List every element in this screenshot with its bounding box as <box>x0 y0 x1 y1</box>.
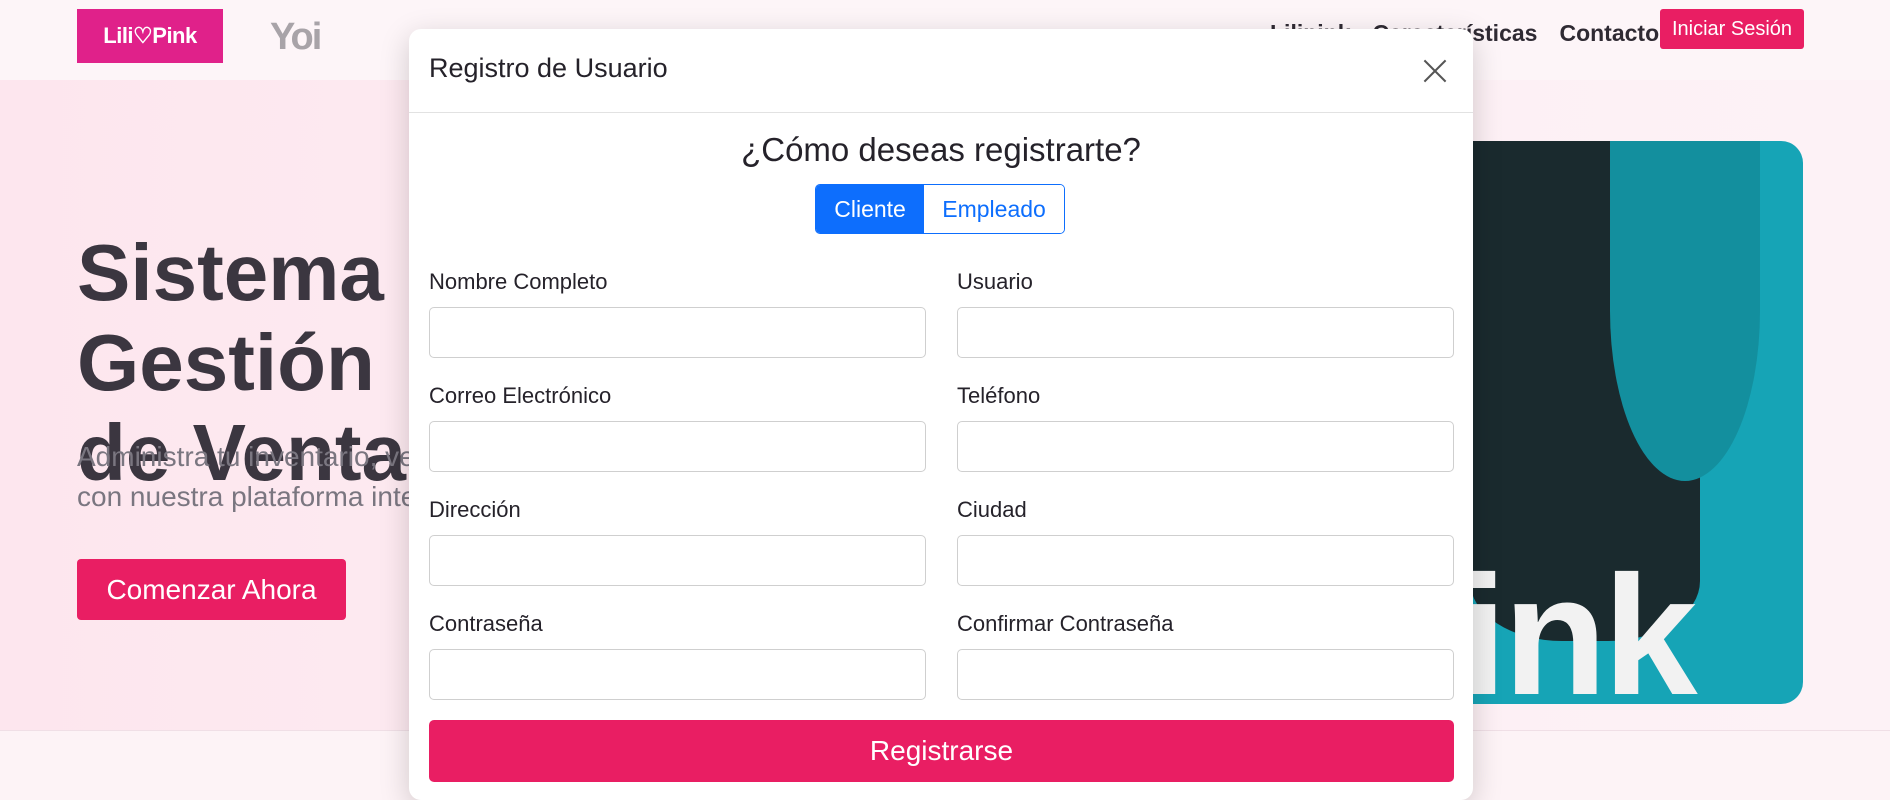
close-icon[interactable] <box>1419 55 1451 87</box>
toggle-cliente[interactable]: Cliente <box>816 185 925 233</box>
ciudad-input[interactable] <box>957 535 1454 586</box>
field-correo: Correo Electrónico <box>429 383 926 472</box>
ciudad-label: Ciudad <box>957 497 1027 522</box>
modal-title: Registro de Usuario <box>429 53 668 83</box>
model-arm <box>1610 141 1760 481</box>
contrasena-label: Contraseña <box>429 611 543 636</box>
field-direccion: Dirección <box>429 497 926 586</box>
correo-label: Correo Electrónico <box>429 383 612 408</box>
confirmar-input[interactable] <box>957 649 1454 700</box>
field-telefono: Teléfono <box>957 383 1454 472</box>
registration-type-toggle: Cliente Empleado <box>815 184 1065 234</box>
field-nombre-completo: Nombre Completo <box>429 269 926 358</box>
nombre-label: Nombre Completo <box>429 269 608 294</box>
field-contrasena: Contraseña <box>429 611 926 700</box>
login-button[interactable]: Iniciar Sesión <box>1660 9 1804 49</box>
direccion-input[interactable] <box>429 535 926 586</box>
usuario-label: Usuario <box>957 269 1033 294</box>
registration-modal: Registro de Usuario ¿Cómo deseas registr… <box>409 29 1473 800</box>
correo-input[interactable] <box>429 421 926 472</box>
start-now-button[interactable]: Comenzar Ahora <box>77 559 346 620</box>
contrasena-input[interactable] <box>429 649 926 700</box>
telefono-input[interactable] <box>957 421 1454 472</box>
toggle-empleado[interactable]: Empleado <box>924 185 1064 233</box>
confirmar-label: Confirmar Contraseña <box>957 611 1174 636</box>
registration-type-question: ¿Cómo deseas registrarte? <box>741 131 1141 168</box>
register-button[interactable]: Registrarse <box>429 720 1454 782</box>
nombre-input[interactable] <box>429 307 926 358</box>
telefono-label: Teléfono <box>957 383 1041 408</box>
usuario-input[interactable] <box>957 307 1454 358</box>
yoi-logo[interactable]: Yoi <box>270 16 322 59</box>
field-confirmar-contrasena: Confirmar Contraseña <box>957 611 1454 700</box>
modal-header: Registro de Usuario <box>409 29 1473 113</box>
field-usuario: Usuario <box>957 269 1454 358</box>
nav-link-contacto[interactable]: Contacto <box>1559 20 1659 47</box>
lilipink-logo[interactable]: Lili♡Pink <box>77 9 223 63</box>
hero-image-text: ink <box>1460 541 1698 704</box>
field-ciudad: Ciudad <box>957 497 1454 586</box>
direccion-label: Dirección <box>429 497 521 522</box>
